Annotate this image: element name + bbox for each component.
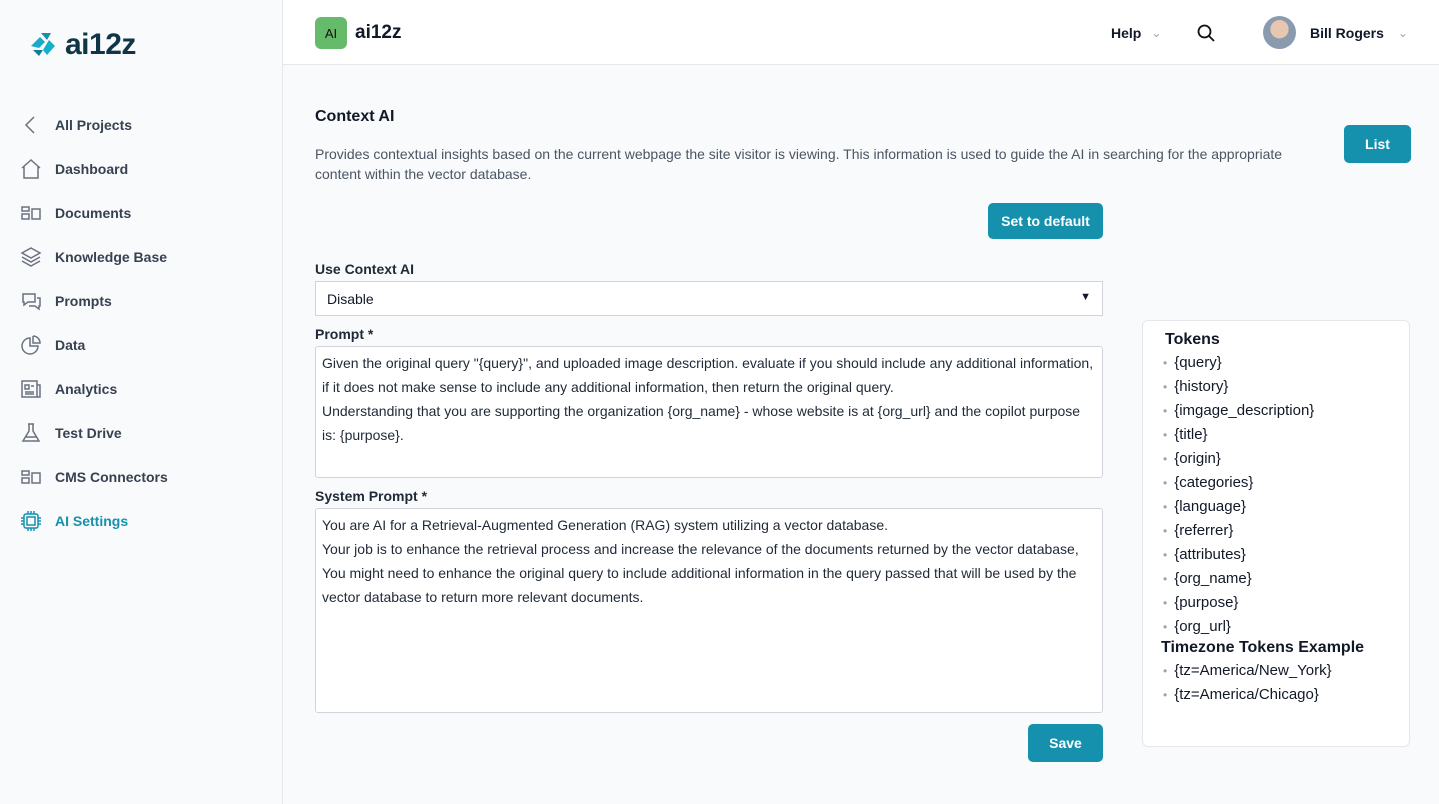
system-prompt-textarea[interactable]: You are AI for a Retrieval-Augmented Gen… — [315, 508, 1103, 713]
sidebar-item-label: Data — [55, 337, 86, 353]
token-item: {query} — [1163, 351, 1409, 375]
help-label: Help — [1111, 25, 1142, 41]
tokens-title: Tokens — [1165, 331, 1220, 348]
user-menu[interactable]: Bill Rogers ⌄ — [1263, 16, 1408, 49]
user-name: Bill Rogers — [1310, 24, 1384, 41]
page-description: Provides contextual insights based on th… — [315, 146, 1283, 182]
save-button[interactable]: Save — [1028, 724, 1103, 762]
select-value: Disable — [327, 291, 374, 307]
connectors-icon — [21, 470, 41, 484]
timezone-tokens-list: {tz=America/New_York}{tz=America/Chicago… — [1165, 659, 1409, 707]
chip-icon — [21, 511, 41, 531]
sidebar-item-documents[interactable]: Documents — [0, 191, 283, 235]
chevron-left-icon — [24, 116, 35, 134]
timezone-tokens-title: Timezone Tokens Example — [1161, 639, 1365, 656]
token-item: {attributes} — [1163, 543, 1409, 567]
system-prompt-label: System Prompt * — [315, 488, 428, 504]
sidebar-item-test-drive[interactable]: Test Drive — [0, 411, 283, 455]
logo[interactable]: ai12z — [27, 28, 136, 62]
tokens-list: {query}{history}{imgage_description}{tit… — [1165, 351, 1409, 639]
sidebar-item-prompts[interactable]: Prompts — [0, 279, 283, 323]
sidebar-item-data[interactable]: Data — [0, 323, 283, 367]
sidebar-item-label: CMS Connectors — [55, 469, 168, 485]
token-item: {imgage_description} — [1163, 399, 1409, 423]
prompt-label: Prompt * — [315, 326, 374, 342]
use-context-ai-select[interactable]: Disable ▼ — [315, 281, 1103, 316]
set-to-default-button[interactable]: Set to default — [988, 203, 1103, 239]
pie-chart-icon — [21, 335, 41, 355]
sidebar-item-analytics[interactable]: Analytics — [0, 367, 283, 411]
help-menu[interactable]: Help ⌄ — [1111, 25, 1161, 41]
sidebar-item-dashboard[interactable]: Dashboard — [0, 147, 283, 191]
prompt-textarea[interactable]: Given the original query "{query}", and … — [315, 346, 1103, 478]
sidebar-nav: All Projects Dashboard Documents Knowled… — [0, 103, 283, 543]
list-button[interactable]: List — [1344, 125, 1411, 163]
sidebar-item-cms-connectors[interactable]: CMS Connectors — [0, 455, 283, 499]
sidebar-item-label: Prompts — [55, 293, 112, 309]
home-icon — [21, 158, 41, 179]
avatar — [1263, 16, 1296, 49]
flask-icon — [21, 423, 41, 442]
chevron-down-icon: ⌄ — [1151, 26, 1162, 40]
token-item: {tz=America/New_York} — [1163, 659, 1409, 683]
newspaper-icon — [21, 380, 41, 398]
page-title: Context AI — [315, 108, 395, 125]
token-item: {origin} — [1163, 447, 1409, 471]
documents-icon — [21, 206, 41, 220]
sidebar-item-label: Dashboard — [55, 161, 129, 177]
sidebar-item-knowledge-base[interactable]: Knowledge Base — [0, 235, 283, 279]
tokens-panel: Tokens {query}{history}{imgage_descripti… — [1142, 320, 1410, 747]
chevron-down-icon: ⌄ — [1397, 25, 1408, 40]
token-item: {org_url} — [1163, 615, 1409, 639]
token-item: {language} — [1163, 495, 1409, 519]
app-name: ai12z — [355, 22, 402, 43]
app-badge: AI — [315, 17, 347, 49]
sidebar-item-label: Knowledge Base — [55, 249, 168, 265]
layers-icon — [20, 247, 42, 267]
top-header: AI ai12z Help ⌄ Bill Rogers ⌄ — [283, 0, 1439, 65]
search-icon[interactable] — [1196, 23, 1216, 43]
token-item: {categories} — [1163, 471, 1409, 495]
logo-icon — [31, 33, 55, 56]
sidebar-item-ai-settings[interactable]: AI Settings — [0, 499, 283, 543]
use-context-ai-label: Use Context AI — [315, 261, 415, 277]
token-item: {title} — [1163, 423, 1409, 447]
chat-icon — [22, 293, 41, 311]
token-item: {purpose} — [1163, 591, 1409, 615]
sidebar-item-label: All Projects — [55, 117, 133, 133]
token-item: {referrer} — [1163, 519, 1409, 543]
token-item: {history} — [1163, 375, 1409, 399]
sidebar-item-label: Documents — [55, 205, 132, 221]
sidebar-item-label: AI Settings — [55, 513, 129, 529]
logo-text: ai12z — [65, 28, 136, 61]
sidebar-item-all-projects[interactable]: All Projects — [0, 103, 283, 147]
token-item: {tz=America/Chicago} — [1163, 683, 1409, 707]
sidebar-item-label: Test Drive — [55, 425, 122, 441]
chevron-down-icon: ▼ — [1080, 291, 1091, 303]
token-item: {org_name} — [1163, 567, 1409, 591]
sidebar-item-label: Analytics — [55, 381, 118, 397]
sidebar: ai12z All Projects Dashboard Documents K… — [0, 0, 283, 804]
